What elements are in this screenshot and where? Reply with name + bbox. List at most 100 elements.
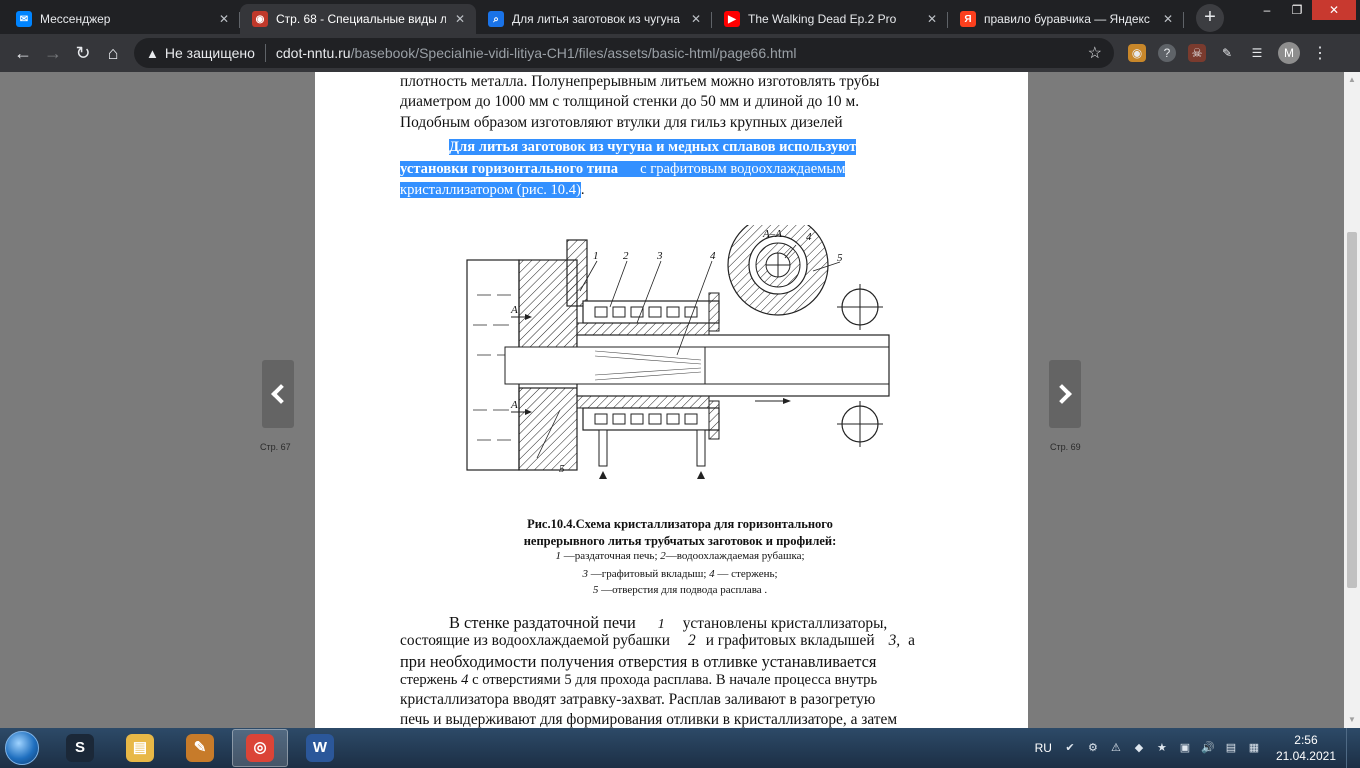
close-icon[interactable]: ✕	[1160, 11, 1176, 27]
tab-title: The Walking Dead Ep.2 Pro	[748, 12, 897, 26]
extensions-puzzle-icon[interactable]: ✎	[1218, 44, 1236, 62]
paragraph-line: при необходимости получения отверстия в …	[400, 652, 877, 671]
tab-title: правило буравчика — Яндекс	[984, 12, 1150, 26]
language-indicator[interactable]: RU	[1035, 741, 1052, 755]
bookmark-star-icon[interactable]: ☆	[1088, 43, 1102, 63]
profile-avatar[interactable]: M	[1278, 42, 1300, 64]
address-bar[interactable]: ▲ Не защищено cdot-nntu.ru/basebook/Spec…	[134, 38, 1114, 68]
legend-text: —раздаточная печь;	[560, 550, 661, 562]
sentence-end: .	[580, 182, 585, 198]
show-desktop-button[interactable]	[1346, 728, 1360, 768]
selection: установки горизонтального типа	[400, 161, 619, 177]
browser-tab[interactable]: ◉ Стр. 68 - Специальные виды л ✕	[240, 4, 476, 34]
system-tray: RU ✔ ⚙ ⚠ ◆ ★ ▣ 🔊 ▤ ▦ 2:56 21.04.2021	[1035, 728, 1360, 768]
reload-button[interactable]: ↻	[68, 38, 98, 68]
graphite-liner-bottom	[576, 395, 710, 409]
tab-title: Стр. 68 - Специальные виды л	[276, 12, 446, 26]
usb-icon[interactable]: ⚙	[1085, 740, 1101, 756]
url-path: /basebook/Specialnie-vidi-litiya-CH1/fil…	[350, 45, 797, 61]
security-label[interactable]: Не защищено	[165, 45, 255, 61]
taskbar-app-explorer[interactable]: ▤	[112, 729, 168, 767]
page-scrollbar[interactable]: ▲ ▼	[1344, 72, 1360, 728]
browser-tab[interactable]: Яправило буравчика — Яндекс ✕	[948, 4, 1184, 34]
selected-text-line[interactable]: кристаллизатором (рис. 10.4).	[400, 180, 585, 201]
section-label-5: 5	[837, 252, 843, 264]
close-icon[interactable]: ✕	[688, 11, 704, 27]
chevron-right-icon	[1052, 384, 1072, 404]
url-host: cdot-nntu.ru	[275, 45, 351, 61]
close-icon[interactable]: ✕	[924, 11, 940, 27]
next-page-label[interactable]: Стр. 69	[1050, 442, 1081, 452]
selected-text-line[interactable]: Для литья заготовок из чугуна и медных с…	[449, 137, 857, 158]
close-icon[interactable]: ✕	[216, 11, 232, 27]
extension-bug-icon[interactable]: ☠	[1188, 44, 1206, 62]
home-button[interactable]: ⌂	[98, 38, 128, 68]
network-icon[interactable]: ▤	[1223, 740, 1239, 756]
scroll-thumb[interactable]	[1347, 232, 1357, 588]
selection: кристаллизатором (рис. 10.4)	[400, 182, 581, 198]
book-viewer: Стр. 67 Стр. 69 плотность металла. Полун…	[0, 72, 1344, 728]
forward-button[interactable]: →	[38, 38, 68, 68]
app-tray-icon[interactable]: ◆	[1131, 740, 1147, 756]
home-icon: ⌂	[107, 43, 119, 63]
new-tab-button[interactable]: +	[1196, 4, 1224, 32]
extension-shield-icon[interactable]: ?	[1158, 44, 1176, 62]
figure-legend-line: 3 —графитовый вкладыш; 4 — стержень;	[435, 568, 925, 580]
text-run: 3,	[888, 632, 901, 649]
language-bar-icon[interactable]: ▦	[1246, 740, 1262, 756]
paragraph-line: плотность металла. Полунепрерывным литье…	[400, 73, 880, 90]
minimize-button[interactable]: –	[1252, 0, 1282, 20]
furnace-wall-bottom	[518, 387, 578, 471]
media-queue-icon[interactable]: ☰	[1248, 44, 1266, 62]
youtube-icon: ▶	[724, 11, 740, 27]
back-button[interactable]: ←	[8, 38, 38, 68]
scroll-down-icon[interactable]: ▼	[1344, 712, 1360, 728]
mandrel	[504, 346, 706, 385]
selection: с графитовым водоохлаждаемым	[640, 161, 846, 177]
selected-text-line[interactable]: установки горизонтального типа с графитов…	[400, 159, 846, 180]
prev-page-button[interactable]	[262, 360, 294, 428]
browser-menu-icon[interactable]: ⋮	[1312, 43, 1328, 63]
paragraph-line: печь и выдерживают для формирования отли…	[400, 711, 898, 728]
yandex-icon: Я	[960, 11, 976, 27]
close-icon[interactable]: ✕	[452, 11, 468, 27]
antivirus-icon[interactable]: ⚠	[1108, 740, 1124, 756]
extensions-area: ◉ ? ☠ ✎ ☰ M ⋮	[1128, 42, 1328, 64]
taskbar-app-paint[interactable]: ✎	[172, 729, 228, 767]
window-close-button[interactable]: ✕	[1312, 0, 1356, 20]
nvidia-icon[interactable]: ▣	[1177, 740, 1193, 756]
next-page-button[interactable]	[1049, 360, 1081, 428]
warning-icon[interactable]: ▲	[146, 46, 159, 61]
legend-text: —отверстия для подвода расплава .	[598, 584, 768, 596]
maximize-button[interactable]: ❐	[1282, 0, 1312, 20]
figure-legend-line: 1 —раздаточная печь; 2—водоохлаждаемая р…	[435, 550, 925, 562]
folder-icon: ▤	[126, 734, 154, 762]
clock[interactable]: 2:56 21.04.2021	[1276, 732, 1336, 764]
paragraph-line: кристаллизатора вводят затравку-захват. …	[400, 691, 876, 708]
tab-strip: ✉ Мессенджер ✕ ◉ Стр. 68 - Специальные виды …	[0, 0, 1360, 34]
text-run: а	[908, 632, 915, 649]
taskbar-app-chrome[interactable]: ◎	[232, 729, 288, 767]
section-label: А–А	[762, 228, 782, 240]
taskbar-app-word[interactable]: W	[292, 729, 348, 767]
windows-logo-icon	[5, 731, 39, 765]
avast-icon[interactable]: ★	[1154, 740, 1170, 756]
scroll-up-icon[interactable]: ▲	[1344, 72, 1360, 88]
graphite-liner-top	[576, 322, 710, 336]
window-controls: – ❐ ✕	[1252, 0, 1356, 20]
text-run: состоящие из водоохлаждаемой рубашки	[400, 632, 670, 649]
volume-icon[interactable]: 🔊	[1200, 740, 1216, 756]
prev-page-label[interactable]: Стр. 67	[260, 442, 291, 452]
network-shield-icon[interactable]: ✔	[1062, 740, 1078, 756]
extension-owl-icon[interactable]: ◉	[1128, 44, 1146, 62]
water-jacket-bottom	[582, 407, 720, 431]
browser-tab[interactable]: ▶ The Walking Dead Ep.2 Pro ✕	[712, 4, 948, 34]
browser-tab[interactable]: ⌕ Для литья заготовок из чугуна ✕	[476, 4, 712, 34]
browser-tab[interactable]: ✉ Мессенджер ✕	[4, 4, 240, 34]
omnibox-divider	[264, 44, 266, 62]
taskbar-app-steam[interactable]: S	[52, 729, 108, 767]
selection	[618, 161, 641, 177]
start-button[interactable]	[0, 728, 44, 768]
section-arrow-a-bottom: А	[510, 399, 518, 411]
search-icon: ⌕	[488, 11, 504, 27]
